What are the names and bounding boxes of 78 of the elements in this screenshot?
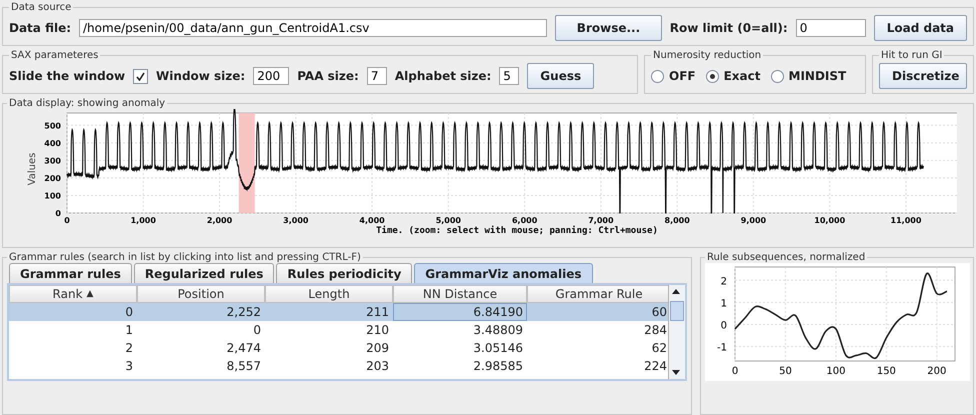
discretize-button[interactable]: Discretize [879, 63, 967, 89]
numerosity-option[interactable]: OFF [651, 69, 696, 83]
panel-title: Numerosity reduction [652, 50, 762, 61]
column-title: NN Distance [422, 287, 498, 301]
x-tick-label: 200 [927, 366, 946, 377]
x-tick-label: 8,000 [664, 216, 690, 225]
x-axis-label: Time. (zoom: select with mouse; panning: Ctrl+mouse) [376, 226, 658, 236]
x-tick-label: 9,000 [740, 216, 766, 225]
y-tick-label: 1 [720, 298, 727, 310]
table-cell: 211 [265, 303, 393, 321]
x-tick-label: 50 [779, 366, 792, 377]
x-tick-label: 10,000 [814, 216, 846, 225]
numerosity-option[interactable]: Exact [706, 69, 760, 83]
column-header[interactable]: Length [265, 285, 393, 303]
x-tick-label: 4,000 [359, 216, 385, 225]
panel-title: Data display: showing anomaly [8, 98, 166, 109]
panel-title: Hit to run GI [880, 50, 944, 61]
browse-button[interactable]: Browse... [555, 15, 662, 41]
x-tick-label: 0 [732, 366, 738, 377]
column-title: Rank [52, 287, 83, 301]
rules-tab[interactable]: Rules periodicity [276, 263, 412, 283]
table-cell: 0 [9, 303, 137, 321]
paa-size-label: PAA size: [297, 69, 359, 83]
y-tick-label: 100 [44, 191, 61, 200]
slide-window-checkbox[interactable] [133, 68, 148, 84]
paa-size-field[interactable]: 7 [366, 67, 387, 85]
y-axis-label: Values [27, 152, 38, 186]
x-tick-label: 6,000 [512, 216, 538, 225]
x-tick-label: 100 [826, 366, 846, 377]
load-data-button[interactable]: Load data [874, 15, 967, 41]
panel-title: Data source [10, 2, 72, 13]
x-tick-label: 1,000 [130, 216, 156, 225]
x-tick-label: 2,000 [206, 216, 232, 225]
rules-tab[interactable]: Grammar rules [9, 263, 132, 283]
x-tick-label: 5,000 [436, 216, 461, 225]
x-tick-label: 7,000 [588, 216, 614, 225]
y-tick-label: 200 [44, 174, 61, 183]
y-tick-label: 300 [44, 156, 61, 166]
y-tick-label: 500 [44, 121, 61, 130]
y-tick-label: -1 [717, 342, 727, 354]
slide-window-label: Slide the window [9, 69, 126, 83]
column-header[interactable]: Rank ▲ [9, 285, 137, 303]
data-file-field[interactable]: /home/psenin/00_data/ann_gun_CentroidA1.csv [79, 19, 548, 37]
rules-tab[interactable]: Regularized rules [134, 263, 274, 283]
y-tick-label: 0 [720, 320, 727, 332]
scrollbar[interactable] [668, 285, 685, 379]
column-title: Length [308, 287, 350, 301]
window-size-field[interactable]: 200 [253, 67, 290, 85]
x-tick-label: 11,000 [890, 216, 922, 225]
row-limit-label: Row limit (0=all): [670, 21, 788, 35]
check-icon [136, 72, 146, 80]
x-tick-label: 0 [64, 216, 70, 225]
y-tick-label: 2 [720, 276, 727, 288]
row-limit-field[interactable]: 0 [796, 19, 866, 37]
guess-button[interactable]: Guess [527, 63, 594, 89]
x-tick-label: 3,000 [283, 216, 308, 225]
alphabet-size-label: Alphabet size: [394, 69, 492, 83]
column-header[interactable]: Position [137, 285, 265, 303]
window-size-label: Window size: [156, 69, 246, 83]
table-cell: 60 [527, 303, 668, 321]
rules-tab[interactable]: GrammarViz anomalies [414, 263, 593, 283]
panel-title: SAX parameteres [10, 50, 100, 61]
panel-title: Rule subsequences, normalized [706, 252, 866, 263]
y-tick-label: 400 [44, 138, 61, 148]
numerosity-option[interactable]: MINDIST [770, 69, 846, 83]
panel-title: Grammar rules (search in list by clicking into list and pressing CTRL-F) [8, 252, 362, 263]
alphabet-size-field[interactable]: 5 [499, 67, 520, 85]
column-title: Position [178, 287, 224, 301]
column-title: Grammar Rule [555, 287, 643, 301]
scroll-thumb[interactable] [670, 301, 684, 321]
data-file-label: Data file: [9, 21, 72, 35]
column-header[interactable]: NN Distance [393, 285, 527, 303]
column-header[interactable]: Grammar Rule [527, 285, 668, 303]
y-tick-label: 0 [55, 209, 61, 218]
x-tick-label: 150 [876, 366, 896, 377]
sort-indicator: ▲ [86, 289, 94, 299]
table-cell: 6.84190 [393, 303, 527, 321]
table-cell: 2,252 [137, 303, 265, 321]
